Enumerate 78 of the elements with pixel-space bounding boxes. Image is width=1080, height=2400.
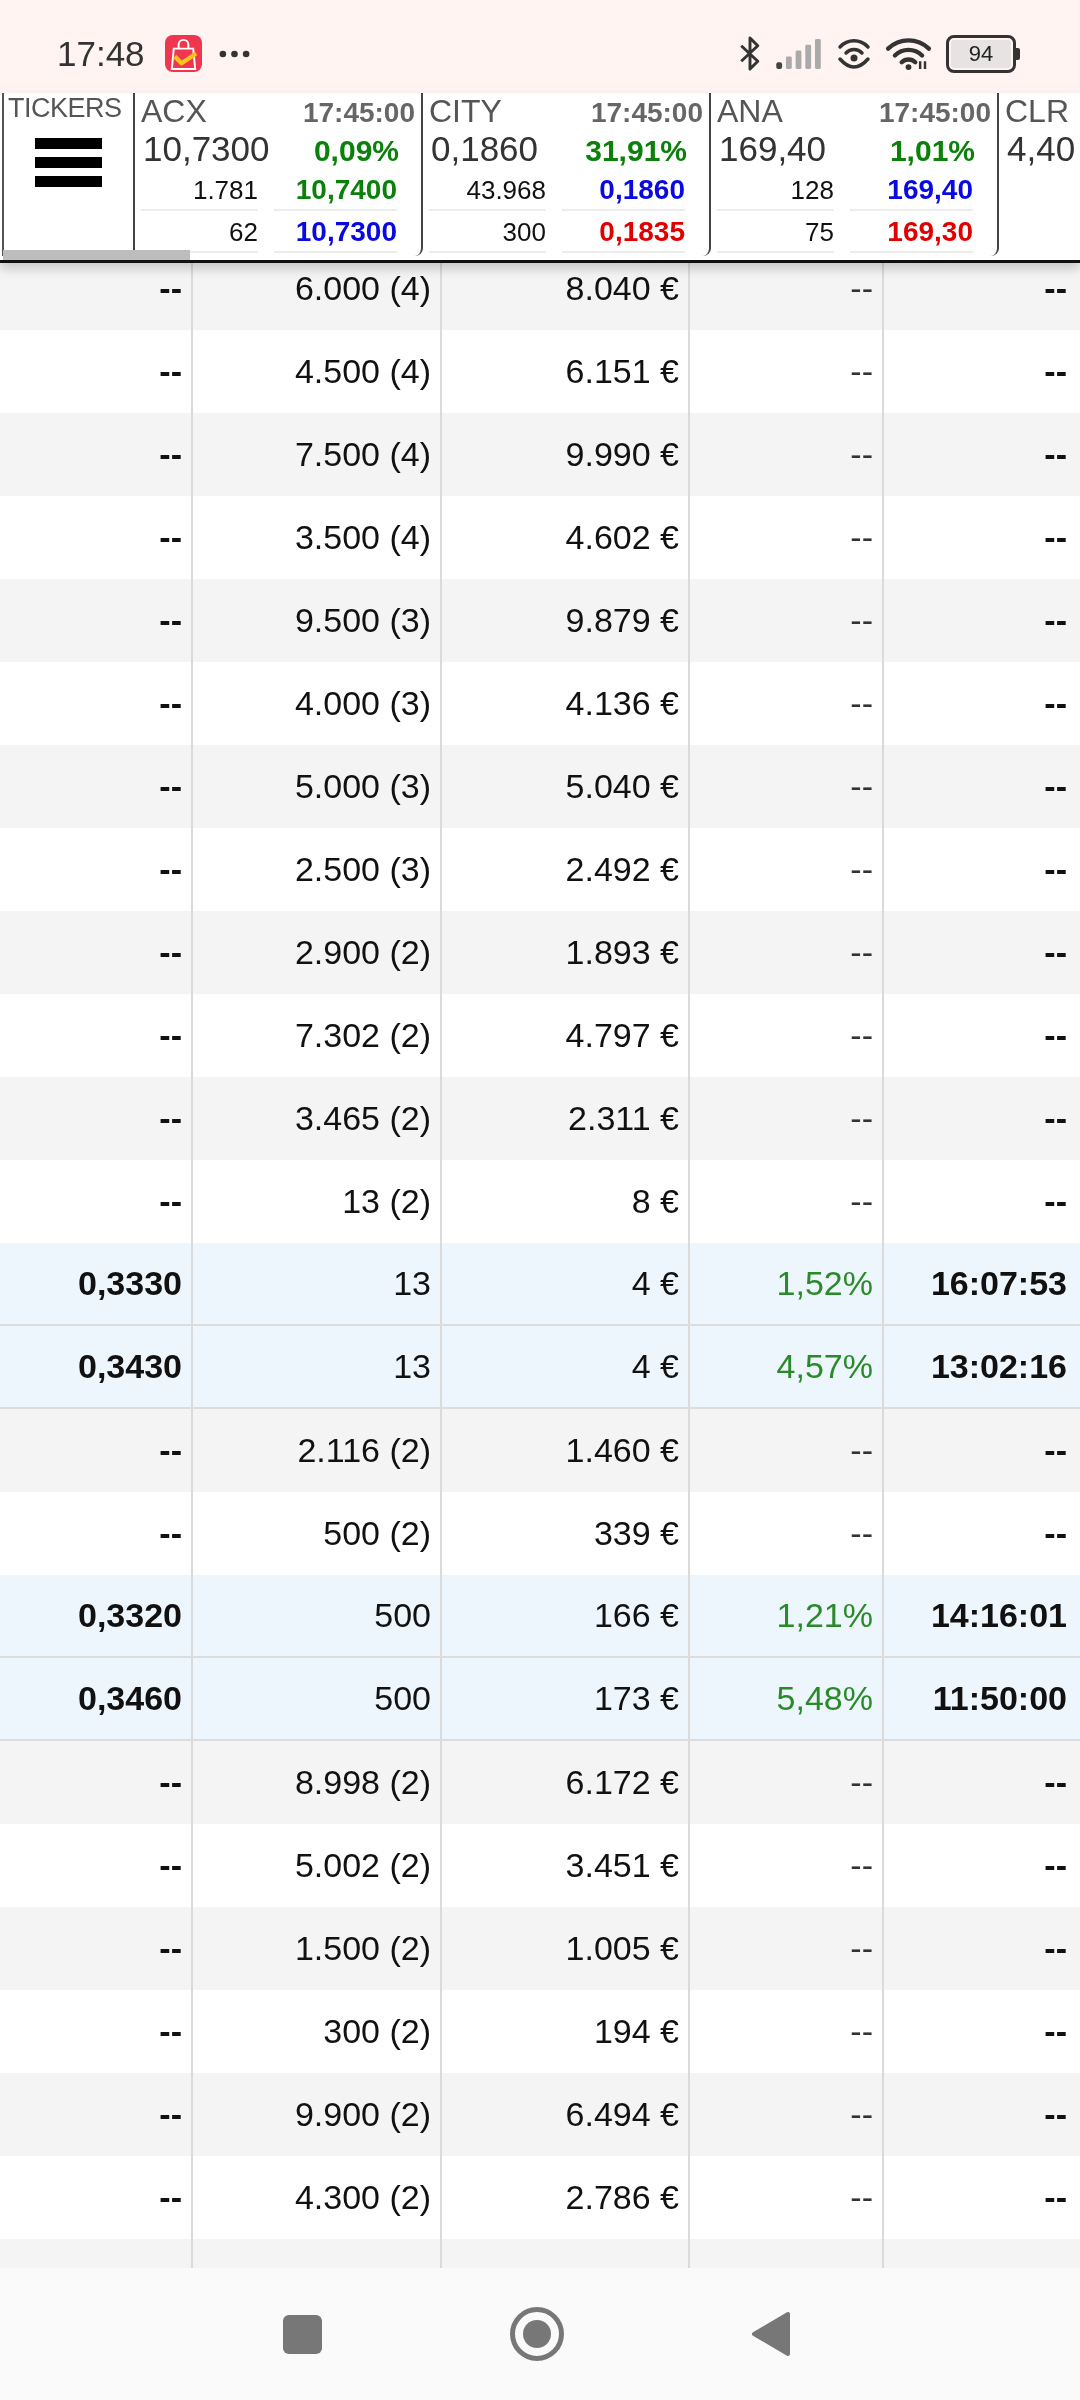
ticker-symbol[interactable]: ANA bbox=[717, 93, 783, 129]
dots-icon bbox=[218, 49, 250, 58]
ticker-change: 31,91% bbox=[585, 133, 687, 169]
ticker-quote: 0,1835 bbox=[562, 211, 685, 253]
ticker-price: 0,1860 bbox=[431, 129, 539, 169]
ticker-volume: 1.781 bbox=[141, 169, 258, 211]
table-cell: 13 bbox=[193, 1326, 442, 1407]
ticker-symbol[interactable]: ACX bbox=[141, 93, 207, 129]
table-cell-text: -- bbox=[1043, 268, 1068, 309]
table-cell-text: -- bbox=[1043, 683, 1068, 724]
ticker-volume: 300 bbox=[429, 211, 546, 253]
menu-icon[interactable] bbox=[35, 138, 102, 188]
ticker-price: 10,7300 bbox=[143, 129, 270, 169]
table-cell-text: -- bbox=[1043, 600, 1068, 641]
bluetooth-icon bbox=[738, 35, 762, 72]
table-cell-text: -- bbox=[1043, 932, 1068, 973]
table-cell-text: 14:16:01 bbox=[929, 1595, 1068, 1636]
table-cell: 0,3330 bbox=[0, 1243, 193, 1324]
table-cell-text: 16:07:53 bbox=[929, 1263, 1068, 1304]
back-icon[interactable] bbox=[752, 2311, 790, 2357]
table-cell: 1,21% bbox=[690, 1575, 884, 1656]
table-cell-text: -- bbox=[1043, 1845, 1068, 1886]
table-cell-text: -- bbox=[1043, 1928, 1068, 1969]
table-cell-text: 13:02:16 bbox=[929, 1346, 1068, 1387]
status-time: 17:48 bbox=[57, 33, 145, 74]
table-cell-text: -- bbox=[1043, 2011, 1068, 2052]
table-cell: 13 bbox=[193, 1243, 442, 1324]
table-cell-text: -- bbox=[1043, 1513, 1068, 1554]
table-cell: 0,3320 bbox=[0, 1575, 193, 1656]
ticker-time: 17:45:00 bbox=[590, 96, 703, 130]
table-cell-text: 11:50:00 bbox=[931, 1678, 1068, 1719]
table-cell-text: -- bbox=[1043, 434, 1068, 475]
ticker-quote: 169,30 bbox=[850, 211, 973, 253]
ticker-price: 169,40 bbox=[719, 129, 827, 169]
ticker-quote: 0,1860 bbox=[562, 169, 685, 211]
table-cell: 0,3430 bbox=[0, 1326, 193, 1407]
shopping-bag-icon bbox=[164, 35, 202, 72]
ticker-change: 1,01% bbox=[889, 133, 975, 169]
table-cell: 4 € bbox=[442, 1326, 690, 1407]
table-cell-text: -- bbox=[1043, 517, 1068, 558]
tickers-label: TICKERS bbox=[7, 93, 122, 123]
table-cell: 4,57% bbox=[690, 1326, 884, 1407]
table-cell-text: -- bbox=[1043, 849, 1068, 890]
ticker-quote: 10,7300 bbox=[274, 211, 397, 253]
table-cell: 500 bbox=[193, 1575, 442, 1656]
table-cell: 173 € bbox=[442, 1658, 690, 1739]
table-cell-text: -- bbox=[1043, 1181, 1068, 1222]
table-cell: 500 bbox=[193, 1658, 442, 1739]
ticker-time: 17:45:00 bbox=[878, 96, 991, 130]
ticker-volume: 128 bbox=[717, 169, 834, 211]
table-cell: 166 € bbox=[442, 1575, 690, 1656]
table-cell-text: -- bbox=[1043, 2094, 1068, 2135]
home-icon[interactable] bbox=[510, 2307, 564, 2361]
ticker-time: 17:45:00 bbox=[302, 96, 415, 130]
ticker-quote: 10,7400 bbox=[274, 169, 397, 211]
table-cell-text: -- bbox=[1043, 766, 1068, 807]
table-cell-text: -- bbox=[1043, 1762, 1068, 1803]
battery-indicator: 94 bbox=[946, 34, 1020, 73]
signal-waves-icon bbox=[837, 37, 871, 70]
ticker-volume: 75 bbox=[717, 211, 834, 253]
table-cell: 0,3460 bbox=[0, 1658, 193, 1739]
table-cell-text: -- bbox=[1043, 351, 1068, 392]
ticker-volume: 43.968 bbox=[429, 169, 546, 211]
ticker-quote: 169,40 bbox=[850, 169, 973, 211]
ticker-change: 0,09% bbox=[313, 133, 399, 169]
table-cell: 5,48% bbox=[690, 1658, 884, 1739]
table-cell-text: -- bbox=[1043, 1015, 1068, 1056]
table-cell-text: -- bbox=[1043, 1430, 1068, 1471]
table-cell: 1,52% bbox=[690, 1243, 884, 1324]
ticker-symbol[interactable]: CITY bbox=[429, 93, 502, 129]
table-cell: 4 € bbox=[442, 1243, 690, 1324]
ticker-symbol[interactable]: CLR bbox=[1005, 93, 1069, 129]
wifi-icon bbox=[885, 37, 932, 70]
ticker-price: 4,40 bbox=[1007, 129, 1076, 169]
square-icon[interactable] bbox=[283, 2314, 322, 2354]
signal-icon bbox=[776, 38, 823, 69]
table-cell-text: -- bbox=[1043, 2177, 1068, 2218]
table-cell-text: -- bbox=[1043, 1098, 1068, 1139]
